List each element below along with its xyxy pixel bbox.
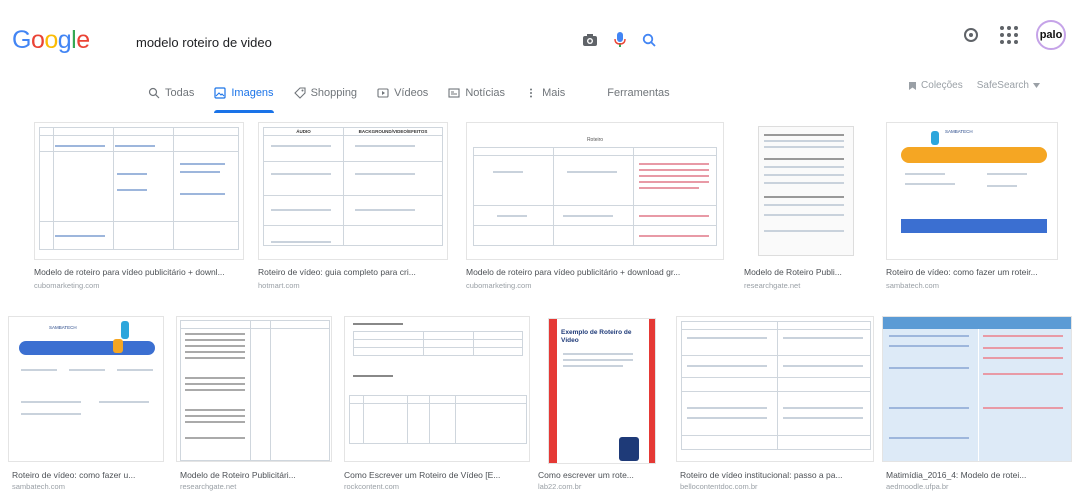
result-thumbnail[interactable] xyxy=(176,316,332,462)
result-source: sambatech.com xyxy=(886,281,939,290)
tab-mais[interactable]: Mais xyxy=(525,83,565,103)
result-tile[interactable]: ÁUDIO BACKGROUND/VIDEO/EFEITOS Roteiro de… xyxy=(258,122,448,300)
thumb-text: SAMBATECH xyxy=(945,129,973,134)
settings-gear-icon[interactable] xyxy=(960,24,982,46)
tab-imagens[interactable]: Imagens xyxy=(214,83,274,113)
result-source: cubomarketing.com xyxy=(466,281,532,290)
newspaper-icon xyxy=(448,88,460,98)
thumb-text: Roteiro xyxy=(586,137,604,143)
search-icon xyxy=(148,87,160,99)
tab-todas[interactable]: Todas xyxy=(148,83,194,103)
apps-grid-icon[interactable] xyxy=(1000,26,1018,44)
result-tile[interactable]: Exemplo de Roteiro de Vídeo Como escreve… xyxy=(538,316,664,492)
result-tile[interactable]: Como Escrever um Roteiro de Vídeo [E... … xyxy=(344,316,530,492)
result-source: sambatech.com xyxy=(12,482,65,491)
result-source: bellocontentdoc.com.br xyxy=(680,482,758,491)
search-input[interactable]: modelo roteiro de video xyxy=(136,35,272,50)
result-tile[interactable]: Modelo de Roteiro Publi... researchgate.… xyxy=(744,122,868,300)
result-tile[interactable]: Roteiro Modelo de roteiro para vídeo pub… xyxy=(466,122,724,300)
result-thumbnail[interactable] xyxy=(744,122,868,260)
search-tabs: Todas Imagens Shopping Vídeos Notícias M… xyxy=(148,83,690,113)
result-source: hotmart.com xyxy=(258,281,300,290)
result-thumbnail[interactable]: ÁUDIO BACKGROUND/VIDEO/EFEITOS xyxy=(258,122,448,260)
result-title[interactable]: Modelo de Roteiro Publicitári... xyxy=(180,470,330,480)
image-icon xyxy=(214,87,226,99)
tag-icon xyxy=(293,87,306,99)
caret-down-icon xyxy=(1033,83,1040,88)
result-source: aedmoodle.ufpa.br xyxy=(886,482,949,491)
result-title[interactable]: Modelo de Roteiro Publi... xyxy=(744,267,868,277)
avatar[interactable]: palo xyxy=(1036,20,1066,50)
camera-icon[interactable] xyxy=(582,33,598,47)
result-tile[interactable]: SAMBATECH Roteiro de vídeo: como fazer u… xyxy=(8,316,164,492)
video-icon xyxy=(377,88,389,98)
microphone-icon[interactable] xyxy=(614,32,626,48)
result-tile[interactable]: Matimídia_2016_4: Modelo de rotei... aed… xyxy=(882,316,1072,492)
safesearch-dropdown[interactable]: SafeSearch xyxy=(977,80,1040,91)
thumb-text: SAMBATECH xyxy=(49,325,77,330)
tab-shopping[interactable]: Shopping xyxy=(293,83,357,103)
result-source: cubomarketing.com xyxy=(34,281,100,290)
bookmark-icon xyxy=(909,81,917,90)
search-icon[interactable] xyxy=(642,33,656,47)
search-box[interactable]: modelo roteiro de video xyxy=(118,22,678,62)
result-title[interactable]: Roteiro de vídeo: como fazer u... xyxy=(12,470,162,480)
tab-videos[interactable]: Vídeos xyxy=(377,83,428,103)
thumb-text: BACKGROUND/VIDEO/EFEITOS xyxy=(343,127,443,136)
result-source: researchgate.net xyxy=(180,482,237,491)
tab-ferramentas[interactable]: Ferramentas xyxy=(607,83,669,103)
result-thumbnail[interactable]: Exemplo de Roteiro de Vídeo xyxy=(548,318,656,464)
result-thumbnail[interactable] xyxy=(676,316,874,462)
result-thumbnail[interactable]: Roteiro xyxy=(466,122,724,260)
collections-link[interactable]: Coleções xyxy=(908,80,963,91)
result-tile[interactable]: Roteiro de vídeo institucional: passo a … xyxy=(676,316,874,492)
result-title[interactable]: Modelo de roteiro para vídeo publicitári… xyxy=(34,267,244,277)
result-tile[interactable]: Modelo de roteiro para vídeo publicitári… xyxy=(34,122,244,300)
result-title[interactable]: Como escrever um rote... xyxy=(538,470,664,480)
result-thumbnail[interactable]: SAMBATECH xyxy=(886,122,1058,260)
thumb-text: ÁUDIO xyxy=(263,127,344,136)
result-source: researchgate.net xyxy=(744,281,801,290)
result-title[interactable]: Modelo de roteiro para vídeo publicitári… xyxy=(466,267,724,277)
result-title[interactable]: Roteiro de vídeo: guia completo para cri… xyxy=(258,267,448,277)
result-thumbnail[interactable] xyxy=(882,316,1072,462)
thumb-text: Exemplo de Roteiro de Vídeo xyxy=(561,329,632,344)
more-vert-icon xyxy=(530,88,533,98)
result-title[interactable]: Como Escrever um Roteiro de Vídeo [E... xyxy=(344,470,530,480)
result-source: lab22.com.br xyxy=(538,482,582,491)
result-source: rockcontent.com xyxy=(344,482,400,491)
result-title[interactable]: Roteiro de vídeo institucional: passo a … xyxy=(680,470,872,480)
result-thumbnail[interactable]: SAMBATECH xyxy=(8,316,164,462)
tab-noticias[interactable]: Notícias xyxy=(448,83,505,103)
result-title[interactable]: Roteiro de vídeo: como fazer um roteir..… xyxy=(886,267,1058,277)
result-tile[interactable]: Modelo de Roteiro Publicitári... researc… xyxy=(176,316,332,492)
google-logo[interactable]: Google xyxy=(12,26,90,55)
result-thumbnail[interactable] xyxy=(34,122,244,260)
result-thumbnail[interactable] xyxy=(344,316,530,462)
result-title[interactable]: Matimídia_2016_4: Modelo de rotei... xyxy=(886,470,1072,480)
result-tile[interactable]: SAMBATECH Roteiro de vídeo: como fazer u… xyxy=(886,122,1058,300)
